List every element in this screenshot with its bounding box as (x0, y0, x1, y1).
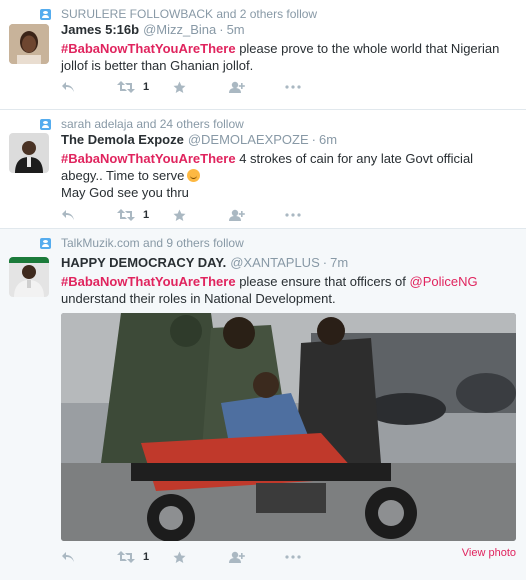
retweet-button[interactable]: 1 (117, 81, 173, 93)
favorite-button[interactable] (173, 551, 229, 564)
tweet[interactable]: sarah adelaja and 24 others follow The D… (0, 110, 526, 229)
tweet-actions: 1 (61, 549, 341, 565)
follow-button[interactable] (229, 209, 285, 222)
more-button[interactable] (285, 555, 341, 559)
tweet-text: #BabaNowThatYouAreThere 4 strokes of cai… (61, 150, 516, 184)
timestamp[interactable]: 6m (319, 132, 337, 147)
avatar[interactable] (9, 257, 49, 297)
retweet-icon (117, 551, 135, 563)
retweet-button[interactable]: 1 (117, 551, 173, 563)
favorite-button[interactable] (173, 81, 229, 94)
retweet-icon (117, 209, 135, 221)
reply-icon (62, 210, 74, 220)
tweet-text-body: understand their roles in National Devel… (61, 291, 336, 306)
retweet-count: 1 (143, 209, 150, 221)
hashtag-link[interactable]: #BabaNowThatYouAreThere (61, 151, 236, 166)
author-handle[interactable]: @DEMOLAEXPOZE (188, 132, 309, 147)
hashtag-link[interactable]: #BabaNowThatYouAreThere (61, 41, 236, 56)
avatar[interactable] (9, 24, 49, 64)
follow-context-text: sarah adelaja and 24 others follow (61, 117, 244, 131)
retweet-count: 1 (143, 551, 150, 563)
star-icon (173, 81, 186, 93)
follow-context: SURULERE FOLLOWBACK and 2 others follow (40, 7, 317, 21)
tweet-photo[interactable] (61, 313, 516, 541)
more-button[interactable] (285, 85, 341, 89)
retweet-button[interactable]: 1 (117, 209, 173, 221)
more-icon (285, 555, 301, 559)
timeline: SURULERE FOLLOWBACK and 2 others follow … (0, 0, 526, 580)
mention-link[interactable]: @PoliceNG (410, 274, 478, 289)
author-name[interactable]: The Demola Expoze (61, 132, 184, 147)
view-photo-link[interactable]: View photo (462, 547, 516, 559)
favorite-button[interactable] (173, 209, 229, 222)
tweet[interactable]: SURULERE FOLLOWBACK and 2 others follow … (0, 0, 526, 110)
author-handle[interactable]: @Mizz_Bina (143, 22, 216, 37)
star-icon (173, 551, 186, 563)
follow-context-icon (40, 8, 51, 20)
reply-icon (62, 552, 74, 562)
reply-button[interactable] (61, 209, 117, 221)
follow-context: TalkMuzik.com and 9 others follow (40, 236, 244, 250)
timestamp[interactable]: 5m (227, 22, 245, 37)
more-icon (285, 85, 301, 89)
follow-context: sarah adelaja and 24 others follow (40, 117, 244, 131)
separator: · (219, 22, 224, 37)
follow-context-text: TalkMuzik.com and 9 others follow (61, 236, 244, 250)
tweet-header: HAPPY DEMOCRACY DAY. @XANTAPLUS · 7m (61, 255, 516, 273)
follow-icon (229, 209, 245, 221)
tweet-header: James 5:16b @Mizz_Bina · 5m (61, 22, 516, 40)
follow-context-icon (40, 118, 51, 130)
follow-context-text: SURULERE FOLLOWBACK and 2 others follow (61, 7, 318, 21)
tweet-actions: 1 (61, 207, 341, 223)
star-icon (173, 209, 186, 221)
follow-icon (229, 551, 245, 563)
hashtag-link[interactable]: #BabaNowThatYouAreThere (61, 274, 236, 289)
follow-icon (229, 81, 245, 93)
smile-emoji-icon (187, 169, 201, 182)
reply-button[interactable] (61, 551, 117, 563)
tweet-header: The Demola Expoze @DEMOLAEXPOZE · 6m (61, 132, 516, 150)
avatar[interactable] (9, 133, 49, 173)
separator: · (322, 255, 328, 270)
more-button[interactable] (285, 213, 341, 217)
author-handle[interactable]: @XANTAPLUS (230, 255, 320, 270)
author-name[interactable]: HAPPY DEMOCRACY DAY. (61, 255, 226, 270)
reply-button[interactable] (61, 81, 117, 93)
tweet-text: #BabaNowThatYouAreThere please ensure th… (61, 273, 516, 307)
tweet-text-body: please ensure that officers of (235, 274, 410, 289)
retweet-icon (117, 81, 135, 93)
follow-button[interactable] (229, 551, 285, 564)
follow-context-icon (40, 237, 51, 249)
reply-icon (62, 82, 74, 92)
tweet-text-line: May God see you thru (61, 185, 189, 200)
timestamp[interactable]: 7m (330, 255, 348, 270)
tweet-actions: 1 (61, 79, 341, 95)
separator: · (311, 132, 316, 147)
more-icon (285, 213, 301, 217)
retweet-count: 1 (143, 81, 150, 93)
follow-button[interactable] (229, 81, 285, 94)
author-name[interactable]: James 5:16b (61, 22, 139, 37)
tweet-text: #BabaNowThatYouAreThere please prove to … (61, 40, 516, 74)
tweet[interactable]: TalkMuzik.com and 9 others follow HAPPY … (0, 229, 526, 580)
